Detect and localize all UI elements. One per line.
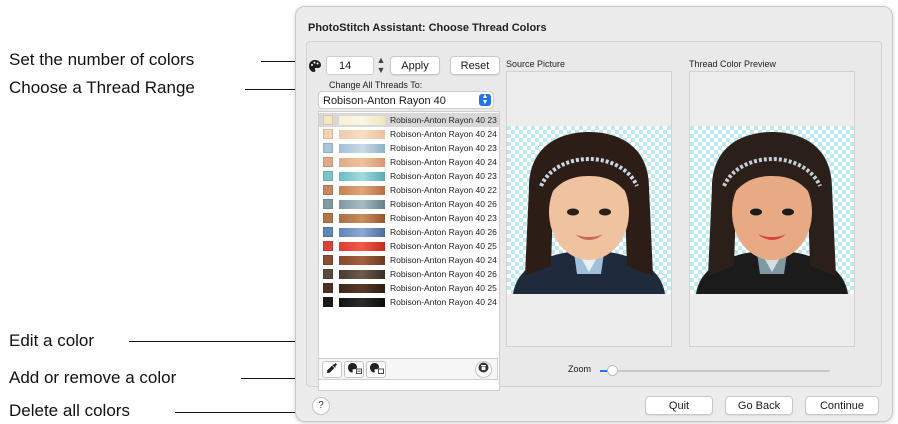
thread-list[interactable]: Robison-Anton Rayon 40 23 Robison-Anton R… [318, 111, 500, 391]
zoom-slider-knob[interactable] [606, 365, 618, 376]
source-picture-pane [506, 71, 672, 347]
thread-swatch [323, 227, 333, 237]
thread-sample-bar [339, 298, 385, 307]
thread-name: Robison-Anton Rayon 40 24 [390, 255, 497, 265]
callout-thread-range: Choose a Thread Range [9, 78, 195, 97]
thread-sample-bar [339, 144, 385, 153]
thread-swatch [323, 255, 333, 265]
thread-row[interactable]: Robison-Anton Rayon 40 24 [319, 155, 499, 169]
thread-name: Robison-Anton Rayon 40 23 [390, 213, 497, 223]
thread-sample-bar [339, 284, 385, 293]
palette-icon [309, 60, 321, 72]
thread-swatch [323, 241, 333, 251]
thread-sample-bar [339, 228, 385, 237]
thread-swatch [323, 213, 333, 223]
go-back-button[interactable]: Go Back [725, 396, 793, 415]
thread-sample-bar [339, 242, 385, 251]
thread-row[interactable]: Robison-Anton Rayon 40 24 [319, 295, 499, 309]
thread-sample-bar [339, 186, 385, 195]
thread-preview-label: Thread Color Preview [689, 59, 777, 69]
thread-name: Robison-Anton Rayon 40 23 [390, 171, 497, 181]
thread-name: Robison-Anton Rayon 40 24 [390, 297, 497, 307]
thread-sample-bar [339, 158, 385, 167]
thread-sample-bar [339, 130, 385, 139]
thread-preview-pane [689, 71, 855, 347]
eyedropper-icon [327, 363, 337, 373]
callout-set-number: Set the number of colors [9, 50, 195, 69]
thread-row[interactable]: Robison-Anton Rayon 40 23 [319, 141, 499, 155]
thread-toolbar [318, 358, 498, 380]
thread-row[interactable]: Robison-Anton Rayon 40 23 [319, 211, 499, 225]
thread-row[interactable]: Robison-Anton Rayon 40 26 [319, 225, 499, 239]
thread-swatch [323, 171, 333, 181]
palette-remove-icon [369, 363, 384, 374]
thread-swatch [323, 129, 333, 139]
add-remove-color-button[interactable] [344, 361, 364, 378]
thread-row[interactable]: Robison-Anton Rayon 40 25 [319, 281, 499, 295]
thread-swatch [323, 199, 333, 209]
quit-button[interactable]: Quit [645, 396, 713, 415]
thread-name: Robison-Anton Rayon 40 26 [390, 227, 497, 237]
thread-sample-bar [339, 172, 385, 181]
callout-delete-all: Delete all colors [9, 401, 130, 420]
thread-row[interactable]: Robison-Anton Rayon 40 23 [319, 113, 499, 127]
select-arrows-icon: ▲ ▼ [479, 93, 491, 106]
thread-swatch [323, 115, 333, 125]
thread-swatch [323, 297, 333, 307]
color-count-field[interactable]: 14 [326, 56, 374, 75]
reset-button[interactable]: Reset [450, 56, 500, 75]
thread-name: Robison-Anton Rayon 40 23 [390, 115, 497, 125]
thread-swatch [323, 283, 333, 293]
chevron-up-icon[interactable]: ▲ [374, 56, 388, 65]
delete-all-colors-button[interactable] [475, 361, 492, 378]
thread-row[interactable]: Robison-Anton Rayon 40 24 [319, 127, 499, 141]
thread-name: Robison-Anton Rayon 40 26 [390, 199, 497, 209]
thread-name: Robison-Anton Rayon 40 25 [390, 283, 497, 293]
apply-button[interactable]: Apply [390, 56, 440, 75]
photostitch-dialog: PhotoStitch Assistant: Choose Thread Col… [295, 6, 893, 422]
thread-swatch [323, 269, 333, 279]
thread-swatch [323, 157, 333, 167]
thread-name: Robison-Anton Rayon 40 26 [390, 269, 497, 279]
thread-range-select[interactable]: Robison-Anton Rayon 40 ▲ ▼ [318, 91, 494, 109]
thread-name: Robison-Anton Rayon 40 25 [390, 241, 497, 251]
thread-range-value: Robison-Anton Rayon 40 [323, 95, 446, 107]
chevron-down-icon[interactable]: ▼ [374, 66, 388, 75]
thread-sample-bar [339, 256, 385, 265]
thread-swatch [323, 143, 333, 153]
thread-name: Robison-Anton Rayon 40 24 [390, 129, 497, 139]
thread-name: Robison-Anton Rayon 40 24 [390, 157, 497, 167]
thread-row[interactable]: Robison-Anton Rayon 40 23 [319, 169, 499, 183]
change-all-label: Change All Threads To: [329, 80, 423, 90]
help-button[interactable]: ? [312, 397, 330, 415]
source-photo [507, 126, 671, 294]
trash-icon [478, 362, 489, 373]
thread-preview-photo [690, 126, 854, 294]
thread-sample-bar [339, 200, 385, 209]
color-count-stepper[interactable]: ▲ ▼ [374, 56, 388, 75]
zoom-label: Zoom [568, 364, 592, 374]
thread-name: Robison-Anton Rayon 40 22 [390, 185, 497, 195]
zoom-slider[interactable] [600, 365, 830, 376]
source-picture-label: Source Picture [506, 59, 566, 69]
remove-color-button[interactable] [366, 361, 386, 378]
thread-sample-bar [339, 116, 385, 125]
thread-sample-bar [339, 270, 385, 279]
edit-color-button[interactable] [322, 361, 342, 378]
thread-row[interactable]: Robison-Anton Rayon 40 26 [319, 267, 499, 281]
thread-row[interactable]: Robison-Anton Rayon 40 24 [319, 253, 499, 267]
thread-row[interactable]: Robison-Anton Rayon 40 25 [319, 239, 499, 253]
thread-row[interactable]: Robison-Anton Rayon 40 26 [319, 197, 499, 211]
window-title: PhotoStitch Assistant: Choose Thread Col… [308, 22, 547, 34]
thread-name: Robison-Anton Rayon 40 23 [390, 143, 497, 153]
callout-edit-color: Edit a color [9, 331, 95, 350]
thread-sample-bar [339, 214, 385, 223]
thread-swatch [323, 185, 333, 195]
continue-button[interactable]: Continue [805, 396, 879, 415]
thread-row[interactable]: Robison-Anton Rayon 40 22 [319, 183, 499, 197]
callout-add-remove: Add or remove a color [9, 368, 177, 387]
palette-add-remove-icon [347, 363, 362, 374]
